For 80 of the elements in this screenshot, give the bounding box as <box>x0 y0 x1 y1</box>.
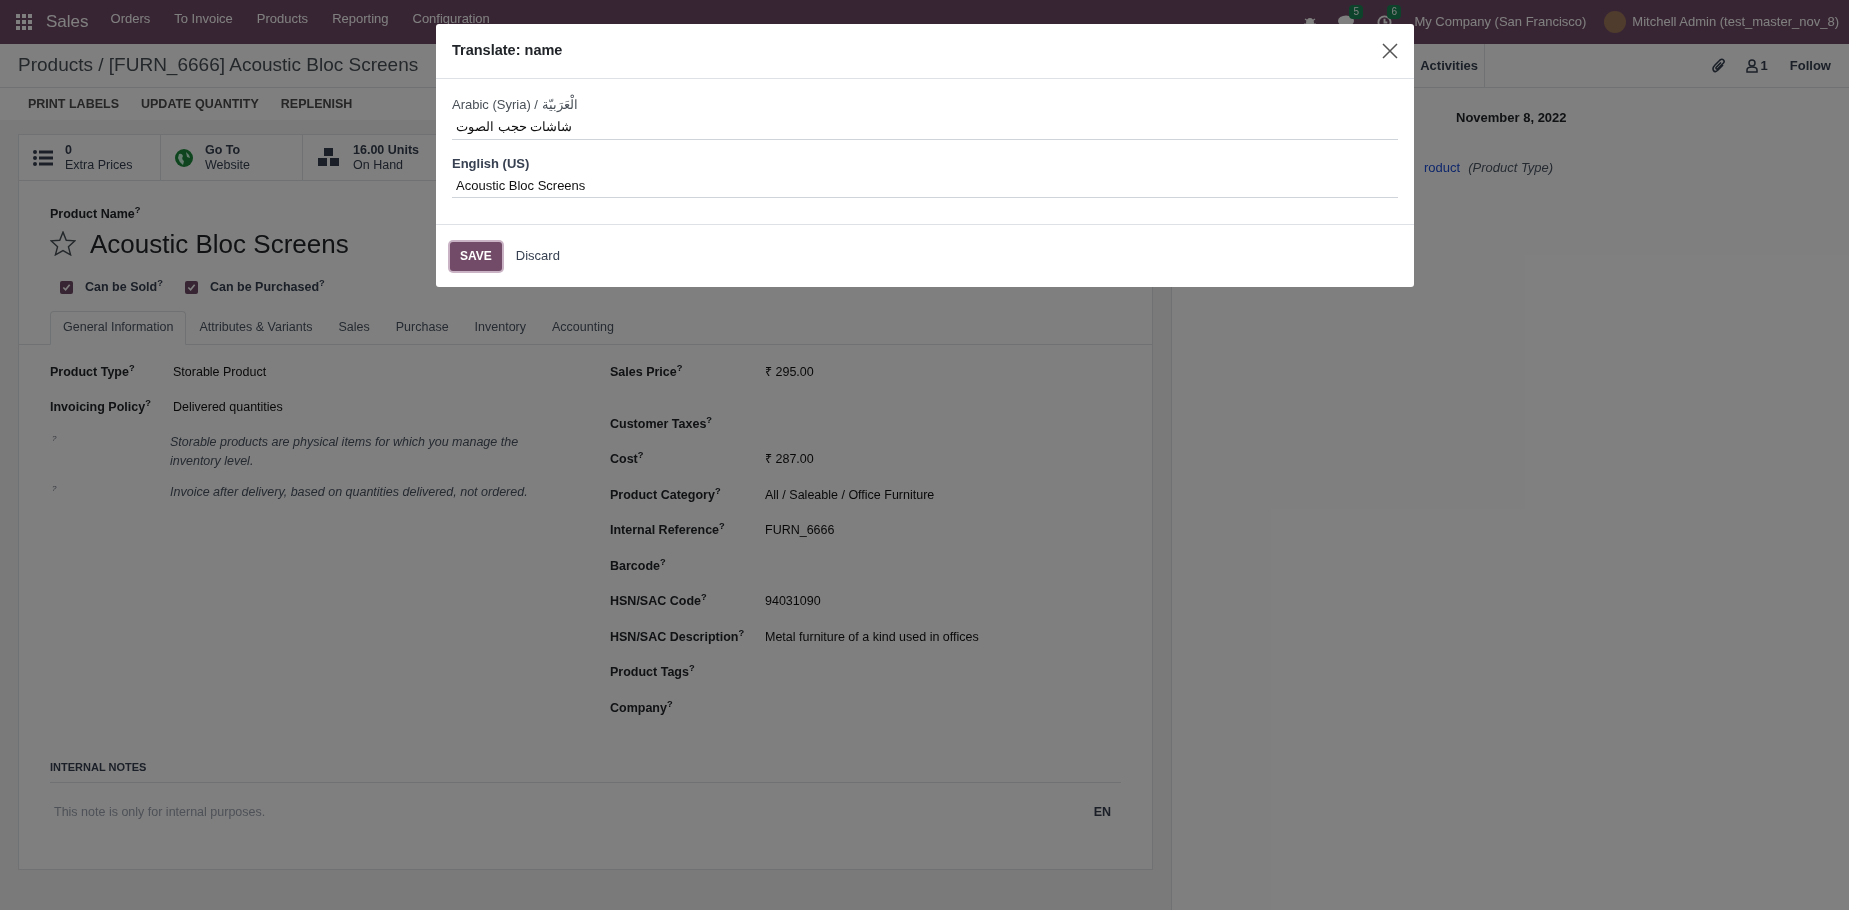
field-value: All / Saleable / Office Furniture <box>765 486 935 504</box>
close-icon[interactable] <box>1382 43 1398 59</box>
action-button[interactable]: REPLENISH <box>270 91 363 117</box>
help-mark: ? <box>51 432 58 445</box>
translation-field[interactable]: Acoustic Bloc Screens <box>452 173 1398 198</box>
field-value: Metal furniture of a kind used in offices <box>765 628 979 646</box>
favorite-star-icon[interactable] <box>50 231 76 257</box>
company-switcher[interactable]: My Company (San Francisco) <box>1414 12 1587 32</box>
apps-grid-icon[interactable] <box>16 14 32 30</box>
stat-value: 16.00 Units <box>353 142 419 158</box>
app-name[interactable]: Sales <box>46 9 89 35</box>
help-text: Storable products are physical items for which you manage the inventory level. <box>170 433 520 470</box>
tab[interactable]: Accounting <box>539 310 627 345</box>
tab[interactable]: General Information <box>50 310 187 345</box>
tab[interactable]: Purchase <box>382 310 462 345</box>
follower-count[interactable]: 1 <box>1760 55 1768 76</box>
tab[interactable]: Inventory <box>461 310 539 345</box>
checkbox-label: Can be Purchased$^{?}$ <box>209 277 325 296</box>
field-label: Barcode$^{?}$ <box>610 556 667 575</box>
tab[interactable]: Attributes & Variants <box>186 310 326 345</box>
language-button[interactable]: EN <box>1093 803 1121 822</box>
cubes-icon <box>317 147 341 168</box>
field-label: Internal Reference$^{?}$ <box>610 521 726 539</box>
help-mark: ? <box>51 482 58 495</box>
field-label: Customer Taxes$^{?}$ <box>610 414 714 433</box>
checkbox[interactable] <box>184 280 198 294</box>
translation-field[interactable]: شاشات حجب الصوت <box>452 114 1398 140</box>
product-name: Acoustic Bloc Screens <box>90 227 349 261</box>
field-label: Product Type$^{?}$ <box>50 362 136 381</box>
field-value: ₹ 295.00 <box>765 363 814 381</box>
field-label: HSN/SAC Description$^{?}$ <box>610 627 746 646</box>
stat-label: On Hand <box>353 157 405 173</box>
dialog-title: Translate: name <box>452 41 563 61</box>
stat-label: Extra Prices <box>65 157 133 173</box>
tab[interactable]: Sales <box>325 310 383 345</box>
stat-value: 0 <box>65 142 73 158</box>
tracking-value: roduct <box>1424 158 1461 177</box>
menu-item[interactable]: Products <box>256 9 309 29</box>
field-value: 94031090 <box>765 593 821 610</box>
follow-button[interactable]: Follow <box>1789 55 1831 76</box>
language-label: English (US) <box>452 154 531 173</box>
help-text: Invoice after delivery, based on quantities delivered, not ordered. <box>170 483 529 501</box>
globe-icon <box>175 148 193 167</box>
menu-item[interactable]: Reporting <box>332 9 389 29</box>
section-title: INTERNAL NOTES <box>50 761 147 773</box>
field-label: HSN/SAC Code$^{?}$ <box>610 592 708 610</box>
action-button[interactable]: UPDATE QUANTITY <box>131 91 269 117</box>
stat-label: Website <box>205 157 250 173</box>
save-button[interactable]: SAVE <box>450 241 502 271</box>
language-label: Arabic (Syria) / الْعَرَبيّة <box>452 95 1398 115</box>
stat-button[interactable]: 0 Extra Prices <box>19 135 161 180</box>
field-label: Product Name$^{?}$ <box>50 205 142 223</box>
field-label: Invoicing Policy$^{?}$ <box>50 397 152 416</box>
message-date: November 8, 2022 <box>1456 110 1567 125</box>
field-label: Cost$^{?}$ <box>610 450 645 468</box>
action-button[interactable]: PRINT LABELS <box>18 91 129 117</box>
notification-badge: 5 <box>1349 5 1363 19</box>
field-label: Product Category$^{?}$ <box>610 485 722 504</box>
field-value: FURN_6666 <box>765 522 835 539</box>
tracking-field: (Product Type) <box>1468 157 1554 177</box>
menu-item[interactable]: To Invoice <box>174 9 233 29</box>
user-menu[interactable]: Mitchell Admin (test_master_nov_8) <box>1632 12 1839 32</box>
field-label: Sales Price$^{?}$ <box>610 362 684 381</box>
discard-button[interactable]: Discard <box>513 246 562 266</box>
field-label: Company$^{?}$ <box>610 698 674 717</box>
field-value: Storable Product <box>173 363 267 381</box>
notification-badge: 6 <box>1387 4 1401 19</box>
breadcrumb: Products / [FURN_6666] Acoustic Bloc Screens <box>18 53 419 78</box>
field-value: ₹ 287.00 <box>765 451 814 468</box>
activities-button[interactable]: Activities <box>1420 55 1478 76</box>
menu-item[interactable]: Orders <box>110 9 151 29</box>
list-icon <box>33 149 53 166</box>
stat-value: Go To <box>205 142 242 158</box>
checkbox-label: Can be Sold$^{?}$ <box>85 277 163 296</box>
paperclip-icon[interactable] <box>1711 57 1726 74</box>
field-label: Product Tags$^{?}$ <box>610 663 696 681</box>
field-value: Delivered quantities <box>173 398 283 416</box>
checkbox[interactable] <box>60 280 73 294</box>
follower-icon[interactable] <box>1745 58 1758 73</box>
stat-button[interactable]: Go To Website <box>161 135 303 180</box>
